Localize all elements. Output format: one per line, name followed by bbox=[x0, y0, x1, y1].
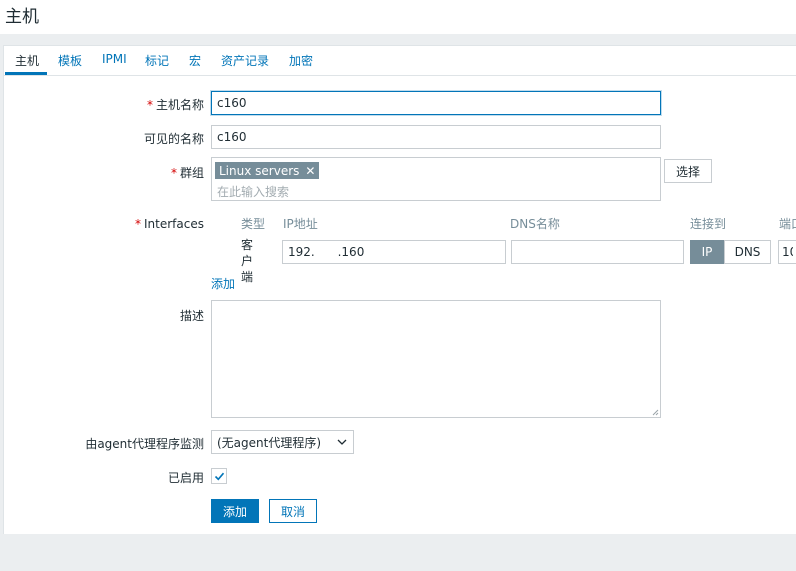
col-connect-to: 连接到 bbox=[690, 217, 727, 231]
tab-host[interactable]: 主机 bbox=[15, 52, 39, 69]
description-textarea[interactable] bbox=[211, 300, 661, 418]
monitored-by-label: 由agent代理程序监测 bbox=[85, 437, 204, 451]
monitored-by-select[interactable]: (无agent代理程序) bbox=[211, 430, 354, 454]
tab-inventory[interactable]: 资产记录 bbox=[221, 52, 269, 69]
page-header: 主机 bbox=[0, 0, 796, 34]
resize-grip-icon[interactable] bbox=[652, 409, 659, 416]
enabled-label: 已启用 bbox=[167, 471, 204, 485]
interface-dns-input[interactable] bbox=[511, 240, 684, 264]
enabled-checkbox[interactable] bbox=[211, 468, 227, 484]
add-host-button[interactable]: 添加 bbox=[211, 499, 259, 523]
group-chip: Linux servers ✕ bbox=[215, 162, 320, 179]
cancel-button[interactable]: 取消 bbox=[269, 499, 317, 523]
chevron-down-icon bbox=[337, 439, 347, 445]
connect-ip-toggle[interactable]: IP bbox=[690, 240, 724, 264]
tab-ipmi[interactable]: IPMI bbox=[102, 52, 127, 66]
page-title: 主机 bbox=[5, 7, 39, 27]
add-interface-link[interactable]: 添加 bbox=[211, 275, 235, 292]
host-name-label: * 主机名称 bbox=[146, 98, 204, 112]
connect-dns-toggle[interactable]: DNS bbox=[724, 240, 771, 264]
interface-ip-input[interactable] bbox=[282, 240, 506, 264]
tab-encryption[interactable]: 加密 bbox=[289, 52, 313, 69]
col-port: 端口 bbox=[779, 217, 796, 231]
tab-macros[interactable]: 宏 bbox=[189, 52, 201, 69]
tab-bar: 主机 模板 IPMI 标记 宏 资产记录 加密 bbox=[4, 46, 796, 76]
monitored-by-value: (无agent代理程序) bbox=[217, 435, 322, 450]
select-groups-button[interactable]: 选择 bbox=[664, 159, 712, 183]
tab-templates[interactable]: 模板 bbox=[58, 52, 82, 69]
visible-name-label: 可见的名称 bbox=[143, 132, 204, 146]
col-ip: IP地址 bbox=[283, 217, 318, 231]
page-background bbox=[0, 536, 796, 571]
checkmark-icon bbox=[214, 472, 225, 481]
host-form-panel: 主机 模板 IPMI 标记 宏 资产记录 加密 *主机名称 可见的名称 *群组 … bbox=[3, 45, 796, 534]
col-dns: DNS名称 bbox=[510, 217, 560, 231]
groups-multiselect[interactable]: Linux servers ✕ 在此输入搜索 bbox=[211, 157, 661, 201]
interface-type: 客户端 bbox=[241, 238, 254, 284]
groups-label: * 群组 bbox=[170, 166, 204, 180]
description-label: 描述 bbox=[179, 309, 204, 323]
col-type: 类型 bbox=[241, 217, 266, 231]
visible-name-input[interactable] bbox=[211, 125, 661, 149]
interface-port-input[interactable] bbox=[778, 240, 796, 264]
groups-search-placeholder[interactable]: 在此输入搜索 bbox=[217, 183, 289, 200]
host-name-input[interactable] bbox=[211, 91, 661, 115]
close-icon[interactable]: ✕ bbox=[305, 164, 315, 178]
tab-tags[interactable]: 标记 bbox=[145, 52, 169, 69]
interfaces-label: * Interfaces bbox=[135, 217, 204, 231]
active-tab-indicator bbox=[5, 72, 47, 75]
